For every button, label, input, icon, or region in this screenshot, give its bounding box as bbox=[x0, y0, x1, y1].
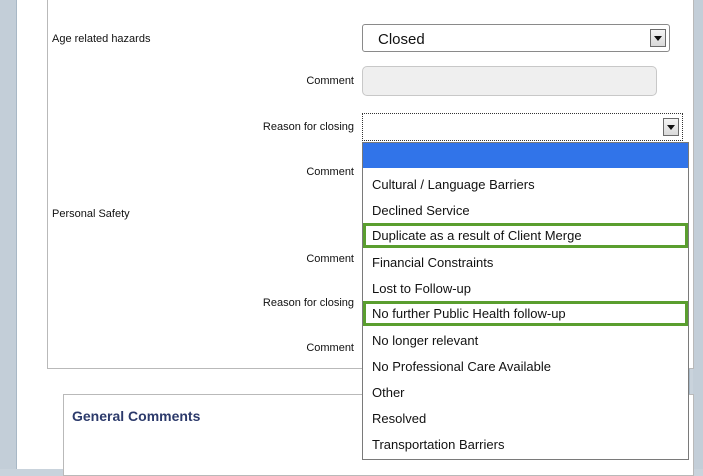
general-comments-title: General Comments bbox=[72, 408, 201, 424]
dropdown-option[interactable]: No longer relevant bbox=[363, 328, 688, 353]
dropdown-option[interactable]: Cultural / Language Barriers bbox=[363, 172, 688, 197]
dropdown-option[interactable]: Resolved bbox=[363, 406, 688, 431]
dropdown-option[interactable]: Other bbox=[363, 380, 688, 405]
dropdown-option-highlighted[interactable]: No further Public Health follow-up bbox=[363, 301, 688, 326]
dropdown-option-highlighted[interactable]: Duplicate as a result of Client Merge bbox=[363, 223, 688, 248]
reason-for-closing-select[interactable] bbox=[362, 113, 683, 141]
comment-label-4: Comment bbox=[306, 342, 354, 354]
age-hazards-value: Closed bbox=[378, 31, 425, 48]
reason-label-2: Reason for closing bbox=[262, 297, 354, 309]
dropdown-option-blank[interactable] bbox=[363, 143, 688, 168]
reason-label-1: Reason for closing bbox=[262, 121, 354, 133]
dropdown-option[interactable]: No Professional Care Available bbox=[363, 354, 688, 379]
right-rail bbox=[693, 0, 703, 469]
dropdown-option[interactable]: Declined Service bbox=[363, 198, 688, 223]
dropdown-option[interactable]: Lost to Follow-up bbox=[363, 276, 688, 301]
comment-label-3: Comment bbox=[306, 253, 354, 265]
age-hazards-select[interactable]: Closed bbox=[362, 24, 670, 52]
reason-dropdown-list: Cultural / Language Barriers Declined Se… bbox=[362, 142, 689, 460]
dropdown-option[interactable]: Financial Constraints bbox=[363, 250, 688, 275]
comment-input[interactable] bbox=[362, 66, 657, 96]
age-hazards-label: Age related hazards bbox=[52, 33, 151, 45]
comment-label-2: Comment bbox=[306, 166, 354, 178]
chevron-down-icon[interactable] bbox=[663, 118, 679, 136]
left-rail bbox=[0, 0, 16, 469]
chevron-down-icon[interactable] bbox=[650, 29, 666, 47]
comment-label-1: Comment bbox=[306, 75, 354, 87]
personal-safety-label: Personal Safety bbox=[52, 208, 130, 220]
dropdown-option[interactable]: Transportation Barriers bbox=[363, 432, 688, 457]
